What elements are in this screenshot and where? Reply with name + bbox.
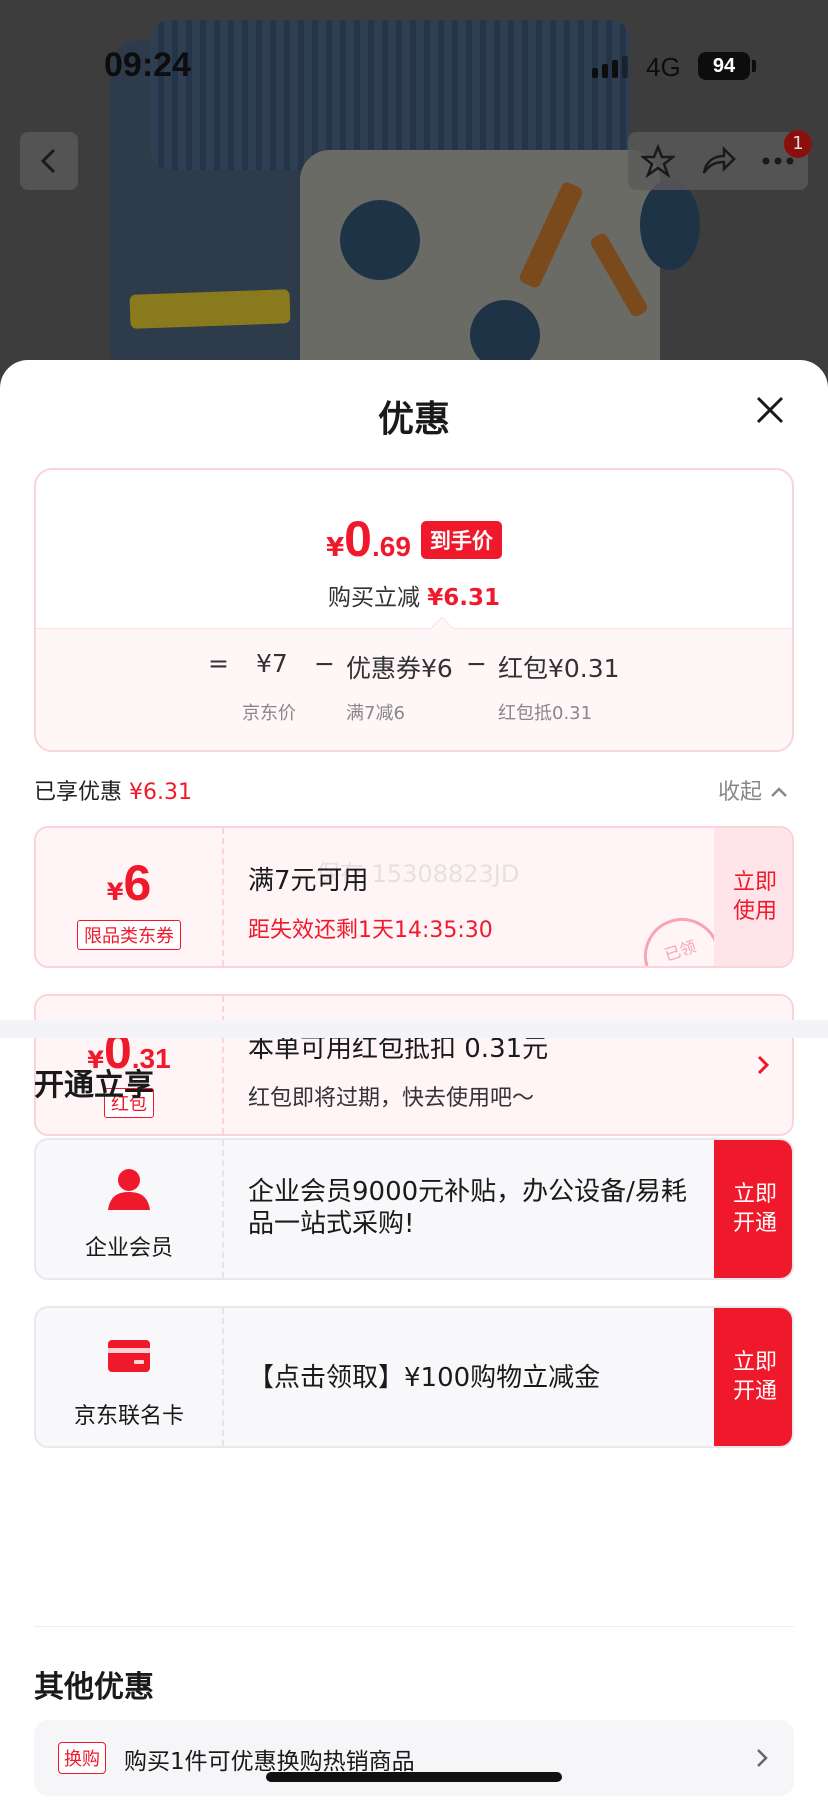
- enjoyed-discount: 已享优惠 ¥6.31: [34, 774, 192, 806]
- star-icon[interactable]: [640, 144, 675, 178]
- cobrand-card-badge: 京东联名卡: [36, 1308, 224, 1446]
- formula-coupon-label: 满7减6: [346, 703, 405, 724]
- reduce-value: ¥6.31: [427, 585, 501, 611]
- enterprise-member-label: 企业会员: [84, 1236, 173, 1261]
- pattern-flower: [340, 200, 420, 280]
- coupon-amount: ¥6: [36, 854, 222, 912]
- section-divider: [0, 1020, 828, 1038]
- enjoyed-value: ¥6.31: [129, 780, 192, 805]
- product-sweater-band: [129, 289, 291, 329]
- other-section-title: 其他优惠: [34, 1670, 154, 1705]
- credit-card-icon: [108, 1340, 150, 1372]
- reduce-line: 购买立减 ¥6.31: [36, 578, 792, 612]
- enjoyed-label: 已享优惠: [34, 780, 123, 805]
- open-now-label: 立即 开通: [732, 1182, 777, 1236]
- price-summary-card: ¥ 0 .69 到手价 购买立减 ¥6.31 = ¥7 京东价 − 优惠券¥6 …: [34, 468, 794, 752]
- signal-icon: [592, 56, 628, 78]
- battery-icon: 94: [698, 52, 750, 80]
- status-time: 09:24: [104, 46, 191, 84]
- price-formula: = ¥7 京东价 − 优惠券¥6 满7减6 − 红包¥0.31 红包抵0.31: [36, 628, 792, 750]
- cobrand-card[interactable]: 京东联名卡 【点击领取】¥100购物立减金 立即 开通: [34, 1306, 794, 1448]
- chevron-right-icon: [757, 1055, 770, 1075]
- enterprise-member-badge: 企业会员: [36, 1140, 224, 1278]
- exchange-tag: 换购: [58, 1742, 106, 1774]
- price-integer: 0: [344, 511, 372, 567]
- enterprise-member-card[interactable]: 企业会员 企业会员9000元补贴，办公设备/易耗品一站式采购! 立即 开通: [34, 1138, 794, 1280]
- chevron-right-icon: [757, 1749, 768, 1767]
- exchange-offer-row[interactable]: 换购 购买1件可优惠换购热销商品: [34, 1720, 794, 1796]
- formula-minus: −: [314, 649, 335, 678]
- formula-minus: −: [466, 649, 487, 678]
- more-icon[interactable]: [761, 156, 795, 166]
- formula-redpacket: 红包¥0.31: [498, 654, 620, 683]
- cobrand-card-label: 京东联名卡: [73, 1404, 184, 1429]
- use-now-button[interactable]: 立即 使用: [714, 828, 792, 966]
- home-indicator: [266, 1772, 562, 1782]
- currency-symbol: ¥: [326, 533, 345, 563]
- formula-redpacket-label: 红包抵0.31: [498, 703, 593, 724]
- formula-equals: =: [208, 649, 229, 678]
- coupon-amount-int: 6: [123, 855, 152, 911]
- person-icon: [108, 1169, 150, 1210]
- back-arrow-icon: [40, 148, 56, 174]
- formula-jd-price: ¥7: [256, 649, 288, 678]
- network-type: 4G: [646, 52, 681, 82]
- price-top: ¥ 0 .69 到手价 购买立减 ¥6.31: [36, 470, 792, 628]
- divider: [34, 1626, 794, 1627]
- final-price: ¥ 0 .69 到手价: [36, 510, 792, 568]
- status-bar: 09:24 4G 94: [0, 0, 828, 130]
- chevron-up-icon: [771, 787, 787, 797]
- final-price-tag: 到手价: [420, 521, 502, 559]
- cart-badge: 1: [784, 130, 812, 158]
- enterprise-member-text: 企业会员9000元补贴，办公设备/易耗品一站式采购!: [248, 1177, 687, 1239]
- collapse-label: 收起: [718, 780, 763, 805]
- open-cobrand-button[interactable]: 立即 开通: [714, 1308, 792, 1446]
- sheet-title: 优惠: [377, 399, 450, 440]
- discount-sheet: 优惠 ¥ 0 .69 到手价 购买立减 ¥6.31 = ¥7 京东价 − 优惠券…: [0, 360, 828, 1801]
- coupon-value: ¥6 限品类东券: [36, 828, 224, 966]
- use-now-label: 立即 使用: [732, 870, 777, 924]
- open-section-title: 开通立享: [34, 1068, 154, 1103]
- cobrand-card-text: 【点击领取】¥100购物立减金: [248, 1363, 601, 1393]
- coupon-card[interactable]: ¥6 限品类东券 保存 15308823JD 满7元可用 距失效还剩1天14:3…: [34, 826, 794, 968]
- close-icon[interactable]: [750, 390, 790, 430]
- reduce-label: 购买立减: [327, 585, 420, 611]
- coupon-countdown: 距失效还剩1天14:35:30: [248, 918, 493, 943]
- redpacket-expiry-note: 红包即将过期，快去使用吧～: [248, 1086, 535, 1111]
- coupon-type-tag: 限品类东券: [77, 920, 181, 950]
- exchange-offer-text: 购买1件可优惠换购热销商品: [124, 1749, 415, 1775]
- price-decimal: .69: [371, 531, 411, 562]
- share-icon[interactable]: [700, 145, 736, 177]
- battery-cap: [752, 60, 756, 72]
- pattern-flower: [640, 180, 700, 270]
- coupon-currency: ¥: [106, 878, 124, 906]
- back-button[interactable]: [20, 132, 78, 190]
- nav-actions: [628, 132, 808, 190]
- formula-jd-price-label: 京东价: [242, 703, 296, 724]
- open-enterprise-button[interactable]: 立即 开通: [714, 1140, 792, 1278]
- open-now-label: 立即 开通: [732, 1350, 777, 1404]
- coupon-condition: 满7元可用: [248, 866, 369, 896]
- collapse-button[interactable]: 收起: [718, 774, 789, 806]
- formula-coupon: 优惠券¥6: [346, 654, 453, 683]
